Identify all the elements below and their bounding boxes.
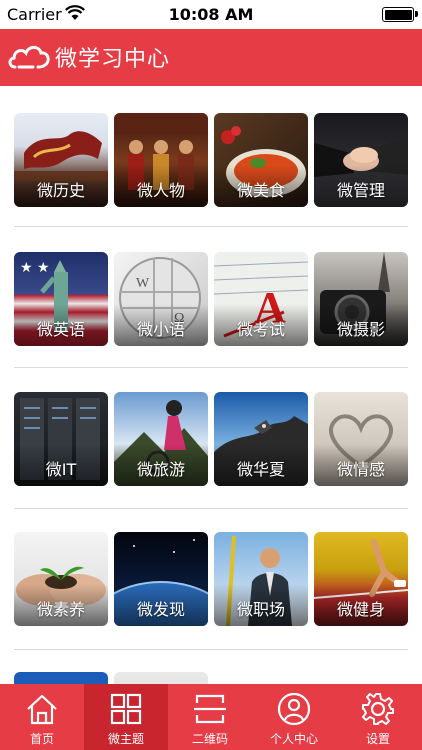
tab-label: 个人中心: [269, 732, 318, 746]
tile-partial-2[interactable]: [114, 672, 208, 684]
tile-label: 微发现: [136, 600, 185, 619]
tab-settings[interactable]: 设置: [336, 684, 422, 750]
tab-profile[interactable]: 个人中心: [252, 684, 336, 750]
tile-label: 微摄影: [336, 320, 385, 339]
tile-food[interactable]: 微美食: [214, 113, 308, 207]
svg-text:W: W: [136, 276, 150, 291]
theme-grid: 微历史 微人物 微美食 微管理 ★ ★ 微英语 W 微小语 微考试 微摄影 微I…: [0, 86, 422, 684]
qr-scan-icon: [194, 694, 226, 724]
tile-fitness[interactable]: 微健身: [314, 532, 408, 626]
tab-label: 设置: [365, 732, 390, 746]
tile-emotion[interactable]: 微情感: [314, 392, 408, 486]
grid-icon: [110, 693, 142, 725]
tab-qr-code[interactable]: 二维码: [168, 684, 252, 750]
tile-literacy[interactable]: 微素养: [14, 532, 108, 626]
tile-label: 微历史: [36, 181, 85, 200]
tile-label: 微素养: [36, 600, 85, 619]
tab-label: 微主题: [107, 732, 144, 746]
tile-china[interactable]: 微华夏: [214, 392, 308, 486]
tile-it[interactable]: 微IT: [14, 392, 108, 486]
user-icon: [277, 692, 311, 726]
cloud-logo-icon: [8, 45, 50, 69]
tab-label: 首页: [29, 732, 54, 746]
battery-tip: [415, 11, 418, 17]
tile-label: 微管理: [336, 181, 385, 200]
home-icon: [27, 694, 57, 725]
tile-partial-1[interactable]: [14, 672, 108, 684]
tab-label: 二维码: [191, 732, 228, 746]
row-divider: [14, 226, 408, 227]
tile-label: 微华夏: [236, 460, 285, 479]
row-divider: [14, 508, 408, 509]
tile-label: 微人物: [136, 181, 185, 200]
tile-label: 微IT: [45, 460, 77, 479]
page-title: 微学习中心: [55, 47, 171, 72]
status-bar: Carrier 10:08 AM: [0, 0, 422, 29]
gear-icon: [362, 693, 394, 725]
tile-management[interactable]: 微管理: [314, 113, 408, 207]
tile-label: 微情感: [336, 460, 385, 479]
clock: 10:08 AM: [168, 5, 254, 24]
svg-text:★ ★: ★ ★: [20, 260, 50, 276]
battery-icon: [382, 7, 414, 22]
tile-label: 微健身: [336, 600, 385, 619]
tile-workplace[interactable]: 微职场: [214, 532, 308, 626]
tile-travel[interactable]: 微旅游: [114, 392, 208, 486]
row-divider: [14, 649, 408, 650]
tile-people[interactable]: 微人物: [114, 113, 208, 207]
tile-label: 微英语: [36, 320, 85, 339]
tile-english[interactable]: ★ ★ 微英语: [14, 252, 108, 346]
tile-minor-language[interactable]: W Ω 微小语: [114, 252, 208, 346]
tile-label: 微旅游: [136, 460, 185, 479]
tab-bar: 首页 微主题 二维码 个人中心 设置: [0, 684, 422, 750]
row-divider: [14, 367, 408, 368]
tile-history[interactable]: 微历史: [14, 113, 108, 207]
tab-themes[interactable]: 微主题: [84, 684, 168, 750]
tile-label: 微考试: [236, 320, 285, 339]
nav-bar: 微学习中心: [0, 29, 422, 86]
tab-home[interactable]: 首页: [0, 684, 84, 750]
tile-label: 微职场: [236, 600, 285, 619]
tile-photography[interactable]: 微摄影: [314, 252, 408, 346]
tile-label: 微小语: [136, 320, 185, 339]
tile-exam[interactable]: A 微考试: [214, 252, 308, 346]
tile-discovery[interactable]: 微发现: [114, 532, 208, 626]
tile-label: 微美食: [236, 181, 285, 200]
